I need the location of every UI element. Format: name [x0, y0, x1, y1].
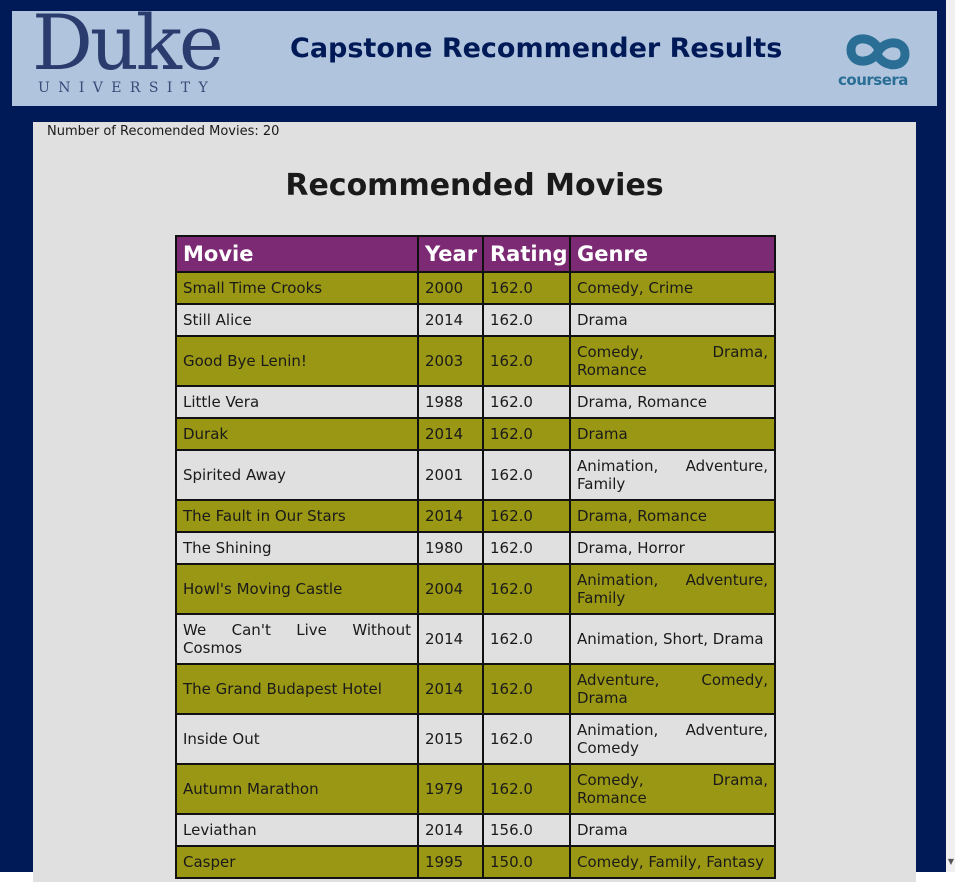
year-cell: 2014 — [417, 499, 484, 533]
page-title: Capstone Recommender Results — [290, 33, 783, 64]
table-row: Casper 1995 150.0 Comedy, Family, Fantas… — [175, 845, 776, 879]
movie-title-cell: The Grand Budapest Hotel — [175, 663, 419, 715]
table-row: Still Alice 2014 162.0 Drama — [175, 303, 776, 337]
scroll-down-arrow-icon[interactable]: ▼ — [948, 858, 954, 866]
rating-cell: 162.0 — [482, 499, 571, 533]
rating-cell: 150.0 — [482, 845, 571, 879]
year-cell: 2015 — [417, 713, 484, 765]
genre-cell: Animation, Short, Drama — [569, 613, 776, 665]
rating-cell: 162.0 — [482, 663, 571, 715]
rating-cell: 162.0 — [482, 303, 571, 337]
movie-title-cell: Howl's Moving Castle — [175, 563, 419, 615]
movie-title-cell: The Fault in Our Stars — [175, 499, 419, 533]
genre-cell: Comedy, Drama, Romance — [569, 763, 776, 815]
year-cell: 2003 — [417, 335, 484, 387]
year-cell: 2001 — [417, 449, 484, 501]
genre-cell: Adventure, Comedy, Drama — [569, 663, 776, 715]
genre-cell: Animation, Adventure, Family — [569, 563, 776, 615]
results-panel: Number of Recomended Movies: 20 Recommen… — [33, 122, 916, 882]
rating-cell: 162.0 — [482, 563, 571, 615]
movie-title-cell: Leviathan — [175, 813, 419, 847]
rating-cell: 162.0 — [482, 613, 571, 665]
genre-cell: Drama — [569, 303, 776, 337]
duke-logo-subtitle: UNIVERSITY — [38, 80, 217, 96]
rating-cell: 162.0 — [482, 417, 571, 451]
rating-cell: 162.0 — [482, 449, 571, 501]
table-row: The Grand Budapest Hotel 2014 162.0 Adve… — [175, 663, 776, 715]
coursera-logo-text: coursera — [838, 71, 908, 89]
year-cell: 1980 — [417, 531, 484, 565]
duke-logo: Duke — [32, 0, 224, 87]
page-frame: Duke UNIVERSITY Capstone Recommender Res… — [0, 0, 946, 882]
column-header-genre: Genre — [569, 235, 776, 273]
recommendation-count: Number of Recomended Movies: 20 — [47, 124, 280, 139]
table-row: Howl's Moving Castle 2004 162.0 Animatio… — [175, 563, 776, 615]
section-title: Recommended Movies — [285, 168, 664, 203]
table-row: The Shining 1980 162.0 Drama, Horror — [175, 531, 776, 565]
genre-cell: Comedy, Family, Fantasy — [569, 845, 776, 879]
column-header-rating: Rating — [482, 235, 571, 273]
genre-cell: Drama, Romance — [569, 385, 776, 419]
year-cell: 1988 — [417, 385, 484, 419]
table-row: The Fault in Our Stars 2014 162.0 Drama,… — [175, 499, 776, 533]
table-row: Spirited Away 2001 162.0 Animation, Adve… — [175, 449, 776, 501]
year-cell: 2014 — [417, 813, 484, 847]
movies-table: Movie Year Rating Genre Small Time Crook… — [175, 235, 776, 879]
movie-title-cell: Small Time Crooks — [175, 271, 419, 305]
year-cell: 2000 — [417, 271, 484, 305]
table-header-row: Movie Year Rating Genre — [175, 235, 776, 273]
genre-cell: Animation, Adventure, Family — [569, 449, 776, 501]
movie-title-cell: Good Bye Lenin! — [175, 335, 419, 387]
column-header-year: Year — [417, 235, 484, 273]
movie-title-cell: Inside Out — [175, 713, 419, 765]
rating-cell: 162.0 — [482, 385, 571, 419]
table-row: We Can't Live Without Cosmos 2014 162.0 … — [175, 613, 776, 665]
movie-title-cell: Little Vera — [175, 385, 419, 419]
genre-cell: Comedy, Crime — [569, 271, 776, 305]
movie-title-cell: Still Alice — [175, 303, 419, 337]
rating-cell: 162.0 — [482, 271, 571, 305]
table-row: Good Bye Lenin! 2003 162.0 Comedy, Drama… — [175, 335, 776, 387]
table-row: Durak 2014 162.0 Drama — [175, 417, 776, 451]
year-cell: 2014 — [417, 417, 484, 451]
genre-cell: Animation, Adventure, Comedy — [569, 713, 776, 765]
table-row: Autumn Marathon 1979 162.0 Comedy, Drama… — [175, 763, 776, 815]
table-row: Little Vera 1988 162.0 Drama, Romance — [175, 385, 776, 419]
genre-cell: Drama, Romance — [569, 499, 776, 533]
movie-title-cell: Casper — [175, 845, 419, 879]
rating-cell: 162.0 — [482, 531, 571, 565]
movie-title-cell: We Can't Live Without Cosmos — [175, 613, 419, 665]
table-row: Inside Out 2015 162.0 Animation, Adventu… — [175, 713, 776, 765]
table-row: Leviathan 2014 156.0 Drama — [175, 813, 776, 847]
year-cell: 2004 — [417, 563, 484, 615]
rating-cell: 162.0 — [482, 713, 571, 765]
year-cell: 1979 — [417, 763, 484, 815]
year-cell: 2014 — [417, 613, 484, 665]
year-cell: 2014 — [417, 663, 484, 715]
movie-title-cell: Spirited Away — [175, 449, 419, 501]
genre-cell: Drama, Horror — [569, 531, 776, 565]
movie-title-cell: The Shining — [175, 531, 419, 565]
movie-title-cell: Durak — [175, 417, 419, 451]
vertical-scrollbar[interactable]: ▼ — [946, 0, 955, 872]
table-row: Small Time Crooks 2000 162.0 Comedy, Cri… — [175, 271, 776, 305]
genre-cell: Drama — [569, 417, 776, 451]
rating-cell: 156.0 — [482, 813, 571, 847]
year-cell: 2014 — [417, 303, 484, 337]
header-banner: Duke UNIVERSITY Capstone Recommender Res… — [12, 5, 937, 106]
genre-cell: Drama — [569, 813, 776, 847]
movie-title-cell: Autumn Marathon — [175, 763, 419, 815]
rating-cell: 162.0 — [482, 335, 571, 387]
genre-cell: Comedy, Drama, Romance — [569, 335, 776, 387]
year-cell: 1995 — [417, 845, 484, 879]
column-header-movie: Movie — [175, 235, 419, 273]
rating-cell: 162.0 — [482, 763, 571, 815]
